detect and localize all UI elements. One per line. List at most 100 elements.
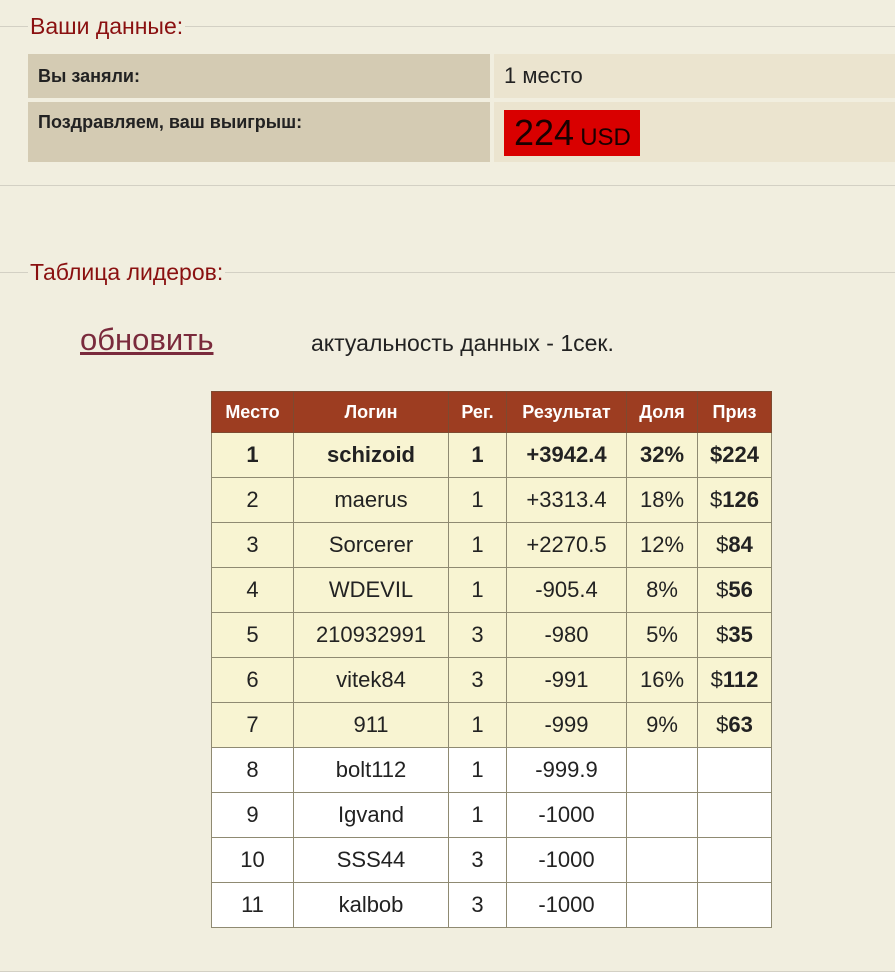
table-row: 1 schizoid 1 +3942.4 32% $224: [211, 432, 772, 478]
cell-prize: $112: [697, 657, 772, 703]
cell-login: Sorcerer: [293, 522, 449, 568]
table-row: 10 SSS44 3 -1000: [211, 837, 772, 883]
table-row: 8 bolt112 1 -999.9: [211, 747, 772, 793]
cell-share: [626, 882, 698, 928]
prize-currency-sign: $: [710, 442, 723, 467]
table-row: 7 911 1 -999 9% $63: [211, 702, 772, 748]
prize-label: Поздравляем, ваш выигрыш:: [28, 102, 490, 162]
cell-reg: 1: [448, 747, 507, 793]
cell-reg: 3: [448, 882, 507, 928]
cell-login: maerus: [293, 477, 449, 523]
prize-currency: USD: [580, 124, 631, 151]
cell-result: -999: [506, 702, 627, 748]
prize-value: 126: [722, 487, 759, 512]
table-row: 5 210932991 3 -980 5% $35: [211, 612, 772, 658]
prize-value: 56: [728, 577, 753, 602]
cell-result: -1000: [506, 882, 627, 928]
column-header-login: Логин: [293, 391, 449, 433]
cell-share: 18%: [626, 477, 698, 523]
table-row: 4 WDEVIL 1 -905.4 8% $56: [211, 567, 772, 613]
cell-result: -1000: [506, 792, 627, 838]
cell-login: vitek84: [293, 657, 449, 703]
cell-reg: 1: [448, 567, 507, 613]
cell-login: bolt112: [293, 747, 449, 793]
cell-share: 16%: [626, 657, 698, 703]
cell-login: 210932991: [293, 612, 449, 658]
cell-reg: 3: [448, 657, 507, 703]
table-row: 2 maerus 1 +3313.4 18% $126: [211, 477, 772, 523]
table-row: 9 Igvand 1 -1000: [211, 792, 772, 838]
cell-share: 12%: [626, 522, 698, 568]
cell-reg: 1: [448, 522, 507, 568]
table-row: 6 vitek84 3 -991 16% $112: [211, 657, 772, 703]
cell-place: 8: [211, 747, 294, 793]
cell-place: 2: [211, 477, 294, 523]
cell-prize: [697, 747, 772, 793]
cell-share: 9%: [626, 702, 698, 748]
cell-result: +3942.4: [506, 432, 627, 478]
column-header-place: Место: [211, 391, 294, 433]
prize-currency-sign: $: [716, 622, 729, 647]
cell-login: SSS44: [293, 837, 449, 883]
cell-result: -1000: [506, 837, 627, 883]
prize-currency-sign: $: [716, 577, 729, 602]
prize-currency-sign: $: [710, 487, 723, 512]
leaderboard-legend: Таблица лидеров:: [28, 258, 226, 286]
cell-share: 5%: [626, 612, 698, 658]
cell-login: kalbob: [293, 882, 449, 928]
cell-place: 4: [211, 567, 294, 613]
place-value: 1 место: [494, 54, 895, 98]
cell-result: -980: [506, 612, 627, 658]
cell-share: [626, 792, 698, 838]
cell-login: schizoid: [293, 432, 449, 478]
leaderboard-table: Место Логин Рег. Результат Доля Приз 1 sc…: [211, 391, 772, 928]
column-header-share: Доля: [626, 391, 698, 433]
refresh-link[interactable]: обновить: [80, 322, 214, 358]
cell-result: -991: [506, 657, 627, 703]
prize-currency-sign: $: [716, 712, 729, 737]
prize-value: 84: [728, 532, 753, 557]
cell-result: +2270.5: [506, 522, 627, 568]
cell-place: 10: [211, 837, 294, 883]
cell-prize: [697, 792, 772, 838]
column-header-reg: Рег.: [448, 391, 507, 433]
prize-currency-sign: $: [716, 532, 729, 557]
table-row: 3 Sorcerer 1 +2270.5 12% $84: [211, 522, 772, 568]
cell-prize: $84: [697, 522, 772, 568]
column-header-prize: Приз: [697, 391, 772, 433]
prize-badge: 224 USD: [504, 110, 640, 156]
cell-reg: 1: [448, 477, 507, 523]
cell-prize: $224: [697, 432, 772, 478]
data-freshness: актуальность данных - 1сек.: [311, 330, 614, 356]
cell-prize: [697, 837, 772, 883]
cell-reg: 3: [448, 837, 507, 883]
prize-value: 63: [728, 712, 753, 737]
cell-place: 11: [211, 882, 294, 928]
leaderboard-body: 1 schizoid 1 +3942.4 32% $224 2 maerus 1 +3313.4 1…: [211, 432, 772, 928]
cell-place: 5: [211, 612, 294, 658]
cell-login: Igvand: [293, 792, 449, 838]
prize-value: 112: [722, 667, 759, 692]
cell-share: [626, 747, 698, 793]
cell-prize: $63: [697, 702, 772, 748]
cell-prize: $126: [697, 477, 772, 523]
cell-result: +3313.4: [506, 477, 627, 523]
cell-share: 32%: [626, 432, 698, 478]
cell-reg: 3: [448, 612, 507, 658]
cell-place: 7: [211, 702, 294, 748]
personal-data-legend: Ваши данные:: [28, 12, 186, 40]
cell-prize: $35: [697, 612, 772, 658]
cell-prize: $56: [697, 567, 772, 613]
cell-share: 8%: [626, 567, 698, 613]
prize-value: 35: [728, 622, 753, 647]
prize-value: 224: [722, 442, 759, 467]
cell-result: -905.4: [506, 567, 627, 613]
cell-reg: 1: [448, 792, 507, 838]
prize-amount: 224: [514, 112, 575, 153]
cell-login: 911: [293, 702, 449, 748]
cell-reg: 1: [448, 432, 507, 478]
cell-place: 1: [211, 432, 294, 478]
column-header-result: Результат: [506, 391, 627, 433]
prize-currency-sign: $: [710, 667, 723, 692]
cell-result: -999.9: [506, 747, 627, 793]
